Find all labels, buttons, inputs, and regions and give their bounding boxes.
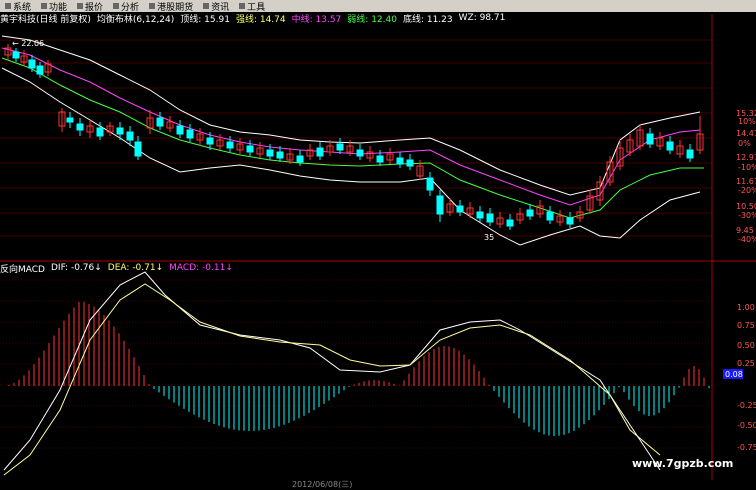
high-price-annotation: ← 22.06	[12, 39, 44, 48]
candle-body	[666, 141, 674, 151]
candle-body	[546, 211, 554, 221]
candle-body	[456, 205, 464, 213]
candle-body	[296, 155, 304, 163]
candle-body	[66, 117, 74, 123]
candle-body	[96, 127, 104, 137]
candle-body	[206, 137, 214, 145]
candle-body	[526, 209, 534, 217]
candle-body	[476, 211, 484, 219]
candle-body	[134, 141, 142, 157]
candle-body	[336, 143, 344, 151]
candle-body	[28, 59, 36, 69]
candle-body	[266, 149, 274, 157]
candle-body	[36, 65, 44, 75]
candle-body	[566, 217, 574, 225]
candle-body	[506, 219, 514, 227]
macd-tick-label: 0.50	[737, 341, 755, 350]
price-tick-label: 12.97	[736, 153, 756, 162]
price-tick-label: 10.50	[736, 202, 756, 211]
cursor-date-label: 2012/06/08(三)	[292, 480, 353, 489]
candle-body	[226, 141, 234, 149]
macd-current-value: 0.08	[725, 370, 743, 379]
percent-tick-label: 10%	[738, 117, 756, 126]
candle-body	[406, 159, 414, 167]
candle-body	[646, 133, 654, 145]
candle-body	[376, 155, 384, 163]
candle-body	[316, 147, 324, 157]
price-tick-label: 11.67	[736, 177, 756, 186]
top-band-line	[1, 35, 701, 196]
bottom-band-line	[1, 67, 701, 246]
candle-body	[246, 145, 254, 153]
candle-body	[436, 195, 444, 215]
price-tick-label: 9.45	[736, 226, 754, 235]
macd-tick-label: 0.75	[737, 321, 755, 330]
dea-line	[3, 283, 661, 476]
percent-tick-label: -20%	[738, 186, 756, 195]
macd-tick-label: -0.25	[737, 401, 756, 410]
candle-body	[12, 51, 20, 59]
candle-body	[426, 177, 434, 191]
candle-body	[356, 149, 364, 157]
candle-body	[116, 127, 124, 135]
percent-tick-label: -30%	[738, 211, 756, 220]
percent-tick-label: 0%	[738, 139, 751, 148]
percent-tick-label: -10%	[738, 163, 756, 172]
macd-tick-label: 0.25	[737, 359, 755, 368]
candle-body	[276, 151, 284, 159]
macd-tick-label: -0.75	[737, 443, 756, 452]
candle-body	[76, 123, 84, 131]
dif-line	[3, 271, 661, 471]
watermark: www.7gpzb.com	[632, 457, 734, 470]
percent-tick-label: -40%	[738, 235, 756, 244]
candle-body	[396, 157, 404, 165]
candle-body	[126, 131, 134, 141]
candle-body	[486, 213, 494, 223]
candle-body	[176, 125, 184, 135]
macd-tick-label: -0.50	[737, 421, 756, 430]
candle-body	[156, 117, 164, 127]
stock-chart[interactable]: 15.3214.4112.9711.6710.509.4510%0%-10%-2…	[0, 0, 756, 487]
candle-body	[186, 129, 194, 139]
low-price-annotation: 35	[484, 233, 494, 242]
macd-tick-label: 1.00	[737, 303, 755, 312]
candle-body	[686, 149, 694, 159]
price-tick-label: 14.41	[736, 129, 756, 138]
